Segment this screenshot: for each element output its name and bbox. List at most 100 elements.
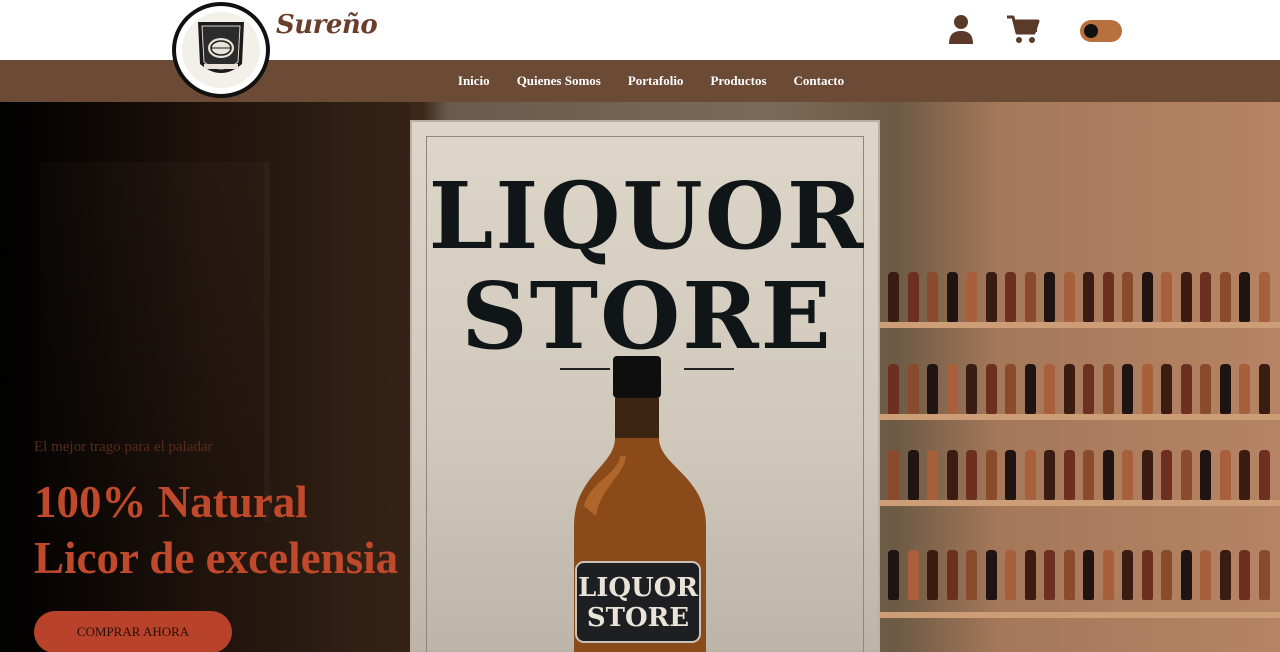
cart-icon[interactable]: [1006, 14, 1040, 44]
shelf: [880, 322, 1280, 328]
shelf-bottle: [1102, 364, 1114, 414]
bottle-shelves: [880, 232, 1280, 652]
shelf-bottle: [985, 364, 997, 414]
shelf-bottle: [1005, 550, 1016, 600]
logo-barrel-icon: [198, 22, 244, 73]
shelf-bottle: [1239, 450, 1250, 500]
shelf-bottle: [927, 364, 938, 414]
hero-title-line1: 100% Natural: [34, 477, 308, 527]
shelf-bottle: [1161, 272, 1172, 322]
nav-item-portafolio[interactable]: Portafolio: [628, 73, 684, 89]
shelf-bottle: [1200, 272, 1211, 322]
shelf: [880, 500, 1280, 506]
shelf: [880, 612, 1280, 618]
shelf-bottle: [946, 364, 958, 414]
shelf-bottle: [1161, 364, 1172, 414]
shelf-bottle: [1063, 550, 1075, 600]
shelf-bottle: [1219, 550, 1231, 600]
shelf-bottle: [907, 272, 919, 322]
theme-toggle[interactable]: [1080, 20, 1122, 42]
shelf-bottle: [1024, 364, 1036, 414]
shelf-bottle: [1141, 550, 1153, 600]
logo-emblem: [182, 12, 260, 88]
shelf-bottle: [927, 272, 938, 322]
shelf-bottle: [946, 550, 958, 600]
shelf-bottle: [985, 272, 997, 322]
shelf-bottle: [1239, 272, 1250, 322]
shelf-bottle: [1200, 550, 1211, 600]
logo[interactable]: [172, 2, 270, 98]
poster-title-line2: STORE: [461, 262, 833, 370]
shelf-bottle: [888, 550, 899, 600]
shelf-bottle: [1180, 550, 1192, 600]
shelf-bottle: [1063, 272, 1075, 322]
shelf-bottle: [1005, 272, 1016, 322]
shelf-bottle: [1141, 272, 1153, 322]
shelf-bottle: [888, 364, 899, 414]
shelf-bottle: [966, 364, 977, 414]
shelf-bottle: [1044, 364, 1055, 414]
shelf-bottle: [1122, 364, 1133, 414]
shelf-bottle: [966, 450, 977, 500]
shelf-bottle: [1239, 550, 1250, 600]
shelf-bottle: [946, 450, 958, 500]
shelf-bottle: [1141, 364, 1153, 414]
shelf-bottle: [946, 272, 958, 322]
shelf-bottle: [1258, 550, 1270, 600]
shelf-bottle: [927, 550, 938, 600]
brand-name[interactable]: Sureño: [276, 10, 378, 40]
shelf-bottle: [1122, 550, 1133, 600]
shelf-bottle: [966, 550, 977, 600]
shelf-bottle: [1083, 272, 1094, 322]
shelf-bottle: [1024, 272, 1036, 322]
shelf-bottle: [888, 450, 899, 500]
nav-item-productos[interactable]: Productos: [710, 73, 766, 89]
bottle-label-line1: LIQUOR: [578, 573, 698, 603]
shelf-bottle: [1063, 450, 1075, 500]
shelf-bottle: [1258, 450, 1270, 500]
shelf: [880, 414, 1280, 420]
shelf-bottle: [1005, 450, 1016, 500]
hero-title-line2: Licor de excelensia: [34, 533, 399, 583]
comprar-ahora-button[interactable]: COMPRAR AHORA: [34, 611, 232, 652]
shelf-bottle: [1044, 272, 1055, 322]
shelf-bottle: [1083, 364, 1094, 414]
toggle-knob: [1084, 24, 1098, 38]
shelf-bottle: [1219, 364, 1231, 414]
whiskey-bottle: LIQUOR STORE: [574, 356, 706, 652]
shelf-bottle: [1024, 450, 1036, 500]
shelf-bottle: [985, 550, 997, 600]
nav-item-contacto[interactable]: Contacto: [794, 73, 845, 89]
shelf-bottle: [927, 450, 938, 500]
shelf-bottle: [1239, 364, 1250, 414]
nav-item-inicio[interactable]: Inicio: [458, 73, 490, 89]
shelf-bottle: [1102, 550, 1114, 600]
shelf-bottle: [1083, 450, 1094, 500]
shelf-bottle: [1122, 272, 1133, 322]
hero-title: 100% Natural Licor de excelensia: [34, 474, 398, 586]
shelf-bottle: [1044, 550, 1055, 600]
bottle-label-line2: STORE: [587, 603, 689, 633]
poster-title-line1: LIQUOR: [428, 162, 866, 270]
shelf-bottle: [1258, 272, 1270, 322]
shelf-bottle: [1083, 550, 1094, 600]
shelf-bottle: [985, 450, 997, 500]
shelf-bottle: [1141, 450, 1153, 500]
shelf-bottle: [1200, 450, 1211, 500]
shelf-bottle: [1200, 364, 1211, 414]
shelf-bottle: [1161, 450, 1172, 500]
shelf-bottle: [907, 450, 919, 500]
shelf-bottle: [1063, 364, 1075, 414]
shelf-bottle: [1180, 450, 1192, 500]
shelf-bottle: [1180, 364, 1192, 414]
user-icon[interactable]: [948, 14, 974, 44]
shelf-bottle: [1219, 272, 1231, 322]
shelf-bottle: [1219, 450, 1231, 500]
shelf-bottle: [1258, 364, 1270, 414]
hero-subtitle: El mejor trago para el paladar: [34, 439, 213, 455]
shelf-bottle: [1161, 550, 1172, 600]
nav-item-quienes-somos[interactable]: Quienes Somos: [517, 73, 601, 89]
shelf-bottle: [1102, 450, 1114, 500]
shelf-bottle: [1122, 450, 1133, 500]
shelf-bottle: [1005, 364, 1016, 414]
